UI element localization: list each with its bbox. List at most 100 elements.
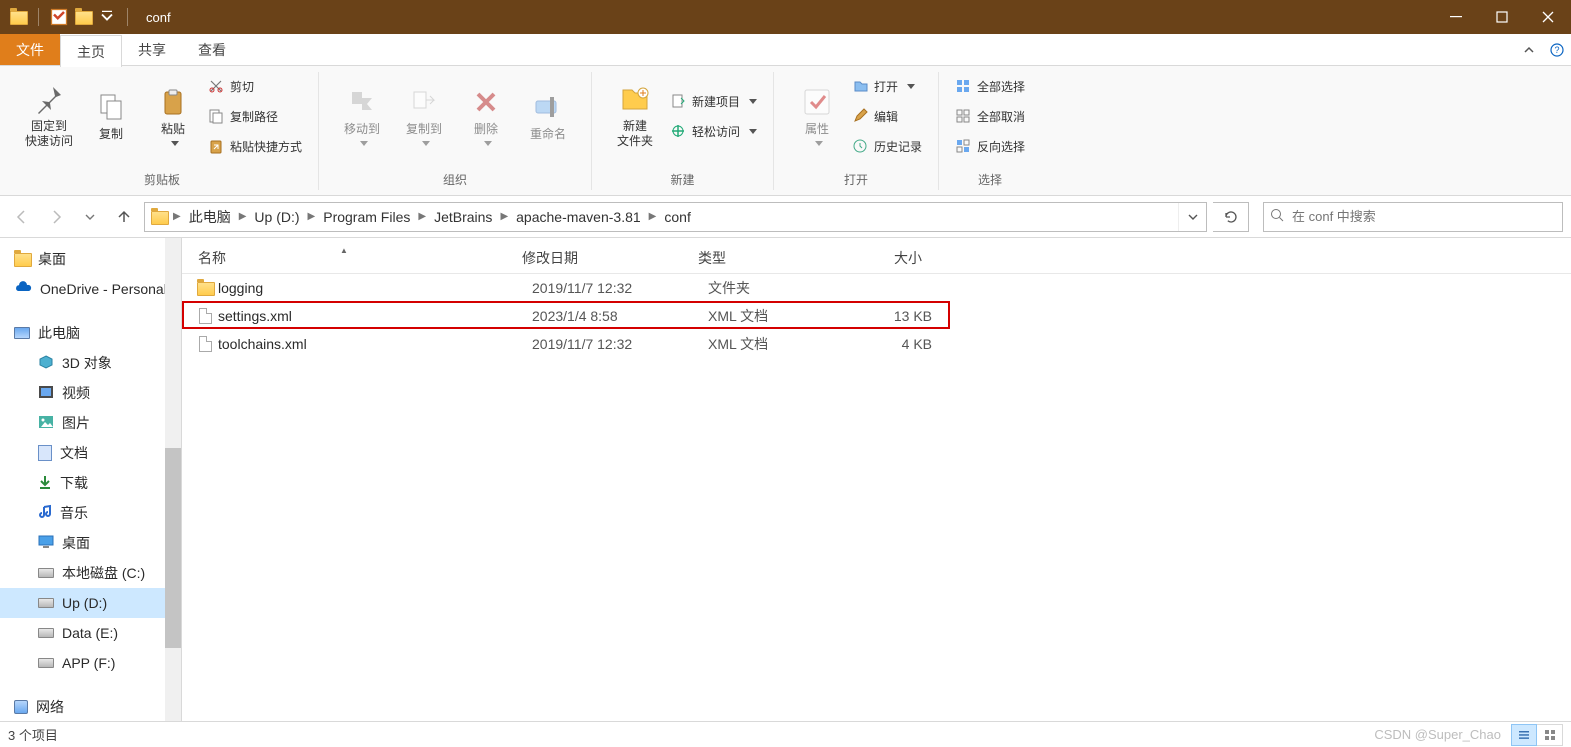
nav-item[interactable]: 音乐 bbox=[0, 498, 181, 528]
drive-icon bbox=[38, 628, 54, 638]
nav-item[interactable]: 文档 bbox=[0, 438, 181, 468]
nav-item[interactable]: 此电脑 bbox=[0, 318, 181, 348]
close-button[interactable] bbox=[1525, 0, 1571, 34]
chevron-right-icon[interactable]: ▶ bbox=[171, 211, 183, 222]
nav-item[interactable]: 3D 对象 bbox=[0, 348, 181, 378]
window-title: conf bbox=[146, 10, 171, 25]
edit-icon bbox=[852, 108, 868, 124]
invert-selection-button[interactable]: 反向选择 bbox=[951, 134, 1029, 158]
search-box[interactable] bbox=[1263, 202, 1563, 232]
rename-icon bbox=[532, 91, 564, 123]
tab-share[interactable]: 共享 bbox=[122, 34, 182, 65]
search-input[interactable] bbox=[1290, 208, 1556, 225]
column-date[interactable]: 修改日期 bbox=[506, 248, 682, 268]
crumb-maven[interactable]: apache-maven-3.81 bbox=[510, 203, 647, 231]
collapse-ribbon-button[interactable] bbox=[1515, 34, 1543, 66]
column-name[interactable]: ▲名称 bbox=[182, 248, 506, 268]
new-folder-icon[interactable] bbox=[73, 7, 93, 27]
delete-button[interactable]: 删除 bbox=[455, 72, 517, 160]
folder-icon bbox=[8, 7, 28, 27]
column-type[interactable]: 类型 bbox=[682, 248, 834, 268]
music-icon bbox=[38, 504, 52, 523]
nav-scrollbar-thumb[interactable] bbox=[165, 448, 181, 648]
status-bar: 3 个项目 CSDN @Super_Chao bbox=[0, 721, 1571, 747]
maximize-button[interactable] bbox=[1479, 0, 1525, 34]
file-rows: logging2019/11/7 12:32文件夹settings.xml202… bbox=[182, 274, 1571, 358]
video-icon bbox=[38, 385, 54, 402]
nav-item-label: 本地磁盘 (C:) bbox=[62, 563, 145, 583]
easy-access-button[interactable]: 轻松访问 bbox=[666, 119, 761, 143]
tab-file[interactable]: 文件 bbox=[0, 34, 60, 65]
crumb-program-files[interactable]: Program Files bbox=[317, 203, 416, 231]
file-row[interactable]: toolchains.xml2019/11/7 12:32XML 文档4 KB bbox=[182, 330, 1571, 358]
crumb-jetbrains[interactable]: JetBrains bbox=[428, 203, 498, 231]
edit-button[interactable]: 编辑 bbox=[848, 104, 926, 128]
copy-button[interactable]: 复制 bbox=[80, 72, 142, 160]
new-item-button[interactable]: 新建项目 bbox=[666, 89, 761, 113]
nav-item[interactable]: OneDrive - Personal bbox=[0, 274, 181, 304]
nav-item[interactable]: 桌面 bbox=[0, 244, 181, 274]
nav-item[interactable]: 本地磁盘 (C:) bbox=[0, 558, 181, 588]
tab-home[interactable]: 主页 bbox=[60, 35, 122, 67]
chevron-right-icon[interactable]: ▶ bbox=[498, 211, 510, 222]
nav-up-button[interactable] bbox=[110, 203, 138, 231]
crumb-up-d[interactable]: Up (D:) bbox=[248, 203, 305, 231]
nav-item[interactable]: 网络 bbox=[0, 692, 181, 721]
minimize-button[interactable] bbox=[1433, 0, 1479, 34]
nav-item[interactable]: 视频 bbox=[0, 378, 181, 408]
chevron-right-icon[interactable]: ▶ bbox=[416, 211, 428, 222]
paste-shortcut-button[interactable]: 粘贴快捷方式 bbox=[204, 134, 306, 158]
select-all-button[interactable]: 全部选择 bbox=[951, 74, 1029, 98]
nav-recent-dropdown[interactable] bbox=[76, 203, 104, 231]
column-size[interactable]: 大小 bbox=[834, 248, 946, 268]
folder-icon bbox=[192, 282, 218, 294]
file-row[interactable]: settings.xml2023/1/4 8:58XML 文档13 KB bbox=[182, 302, 1571, 330]
nav-item[interactable]: Up (D:) bbox=[0, 588, 181, 618]
open-button[interactable]: 打开 bbox=[848, 74, 926, 98]
move-to-button[interactable]: 移动到 bbox=[331, 72, 393, 160]
address-bar[interactable]: ▶ 此电脑▶ Up (D:)▶ Program Files▶ JetBrains… bbox=[144, 202, 1207, 232]
file-icon bbox=[192, 336, 218, 352]
chevron-right-icon[interactable]: ▶ bbox=[647, 211, 659, 222]
file-name: logging bbox=[218, 280, 516, 296]
copy-to-button[interactable]: 复制到 bbox=[393, 72, 455, 160]
tab-view[interactable]: 查看 bbox=[182, 34, 242, 65]
pin-quick-access-button[interactable]: 固定到 快速访问 bbox=[18, 72, 80, 160]
svg-text:?: ? bbox=[1554, 45, 1559, 55]
new-folder-button[interactable]: 新建 文件夹 bbox=[604, 72, 666, 160]
search-icon bbox=[1270, 208, 1284, 225]
qat-dropdown-icon[interactable] bbox=[97, 7, 117, 27]
nav-back-button[interactable] bbox=[8, 203, 36, 231]
view-details-button[interactable] bbox=[1511, 724, 1537, 746]
help-button[interactable]: ? bbox=[1543, 34, 1571, 66]
nav-item-label: 视频 bbox=[62, 383, 90, 403]
file-size: 4 KB bbox=[844, 336, 956, 352]
chevron-right-icon[interactable]: ▶ bbox=[306, 211, 318, 222]
nav-item[interactable]: 图片 bbox=[0, 408, 181, 438]
new-folder-icon bbox=[619, 83, 651, 115]
nav-item[interactable]: 下载 bbox=[0, 468, 181, 498]
nav-item[interactable]: 桌面 bbox=[0, 528, 181, 558]
nav-forward-button[interactable] bbox=[42, 203, 70, 231]
chevron-right-icon[interactable]: ▶ bbox=[237, 211, 249, 222]
select-none-button[interactable]: 全部取消 bbox=[951, 104, 1029, 128]
folder-icon bbox=[147, 211, 171, 223]
file-row[interactable]: logging2019/11/7 12:32文件夹 bbox=[182, 274, 1571, 302]
nav-item[interactable]: Data (E:) bbox=[0, 618, 181, 648]
nav-item[interactable]: APP (F:) bbox=[0, 648, 181, 678]
properties-button[interactable]: 属性 bbox=[786, 72, 848, 160]
copy-path-button[interactable]: 复制路径 bbox=[204, 104, 306, 128]
history-button[interactable]: 历史记录 bbox=[848, 134, 926, 158]
paste-button[interactable]: 粘贴 bbox=[142, 72, 204, 160]
rename-button[interactable]: 重命名 bbox=[517, 72, 579, 160]
properties-icon[interactable] bbox=[49, 7, 69, 27]
view-large-icons-button[interactable] bbox=[1537, 724, 1563, 746]
status-item-count: 3 个项目 bbox=[8, 725, 58, 744]
new-item-icon bbox=[670, 93, 686, 109]
crumb-this-pc[interactable]: 此电脑 bbox=[183, 203, 237, 231]
crumb-conf[interactable]: conf bbox=[658, 203, 696, 231]
ribbon-group-select: 全部选择 全部取消 反向选择 选择 bbox=[939, 72, 1041, 190]
cut-button[interactable]: 剪切 bbox=[204, 74, 306, 98]
refresh-button[interactable] bbox=[1213, 202, 1249, 232]
address-dropdown-button[interactable] bbox=[1178, 203, 1206, 231]
